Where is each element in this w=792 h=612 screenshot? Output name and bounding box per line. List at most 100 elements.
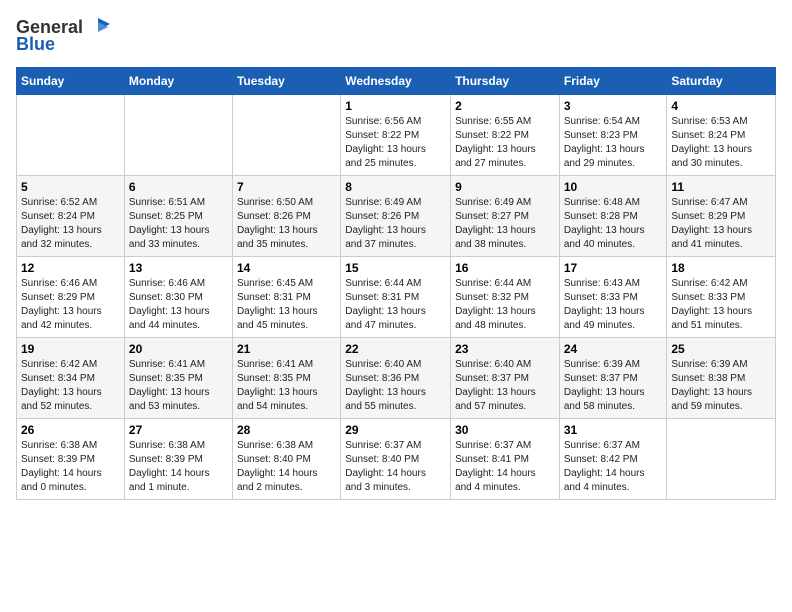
day-number: 10 [564,180,663,194]
day-number: 6 [129,180,228,194]
calendar-cell: 14Sunrise: 6:45 AM Sunset: 8:31 PM Dayli… [232,257,340,338]
calendar-cell: 9 Sunrise: 6:49 AM Sunset: 8:27 PM Daylig… [451,176,560,257]
day-number: 25 [671,342,771,356]
calendar-cell: 10 Sunrise: 6:48 AM Sunset: 8:28 PM Dayli… [559,176,667,257]
calendar-cell: 6 Sunrise: 6:51 AM Sunset: 8:25 PM Daylig… [124,176,232,257]
day-info: Sunrise: 6:40 AM Sunset: 8:36 PM Dayligh… [345,358,446,414]
calendar-cell: 23 Sunrise: 6:40 AM Sunset: 8:37 PM Dayli… [451,338,560,419]
day-number: 1 [345,99,446,113]
day-number: 7 [237,180,336,194]
calendar-cell [667,419,776,500]
day-number: 12 [21,261,120,275]
calendar-day-header: Sunday [17,68,125,95]
calendar-cell: 29Sunrise: 6:37 AM Sunset: 8:40 PM Dayli… [341,419,451,500]
day-info: Sunrise: 6:38 AM Sunset: 8:39 PM Dayligh… [129,439,228,495]
day-info: Sunrise: 6:47 AM Sunset: 8:29 PM Dayligh… [671,196,771,252]
day-info: Sunrise: 6:52 AM Sunset: 8:24 PM Dayligh… [21,196,120,252]
day-info: Sunrise: 6:48 AM Sunset: 8:28 PM Dayligh… [564,196,663,252]
day-info: Sunrise: 6:38 AM Sunset: 8:40 PM Dayligh… [237,439,336,495]
calendar-day-header: Friday [559,68,667,95]
day-info: Sunrise: 6:37 AM Sunset: 8:41 PM Dayligh… [455,439,555,495]
calendar-week-row: 5 Sunrise: 6:52 AM Sunset: 8:24 PM Daylig… [17,176,776,257]
day-info: Sunrise: 6:54 AM Sunset: 8:23 PM Dayligh… [564,115,663,171]
calendar-cell: 16 Sunrise: 6:44 AM Sunset: 8:32 PM Dayli… [451,257,560,338]
calendar-cell: 30 Sunrise: 6:37 AM Sunset: 8:41 PM Dayli… [451,419,560,500]
calendar-cell: 15Sunrise: 6:44 AM Sunset: 8:31 PM Dayli… [341,257,451,338]
day-number: 16 [455,261,555,275]
calendar-cell: 4 Sunrise: 6:53 AM Sunset: 8:24 PM Daylig… [667,95,776,176]
day-info: Sunrise: 6:37 AM Sunset: 8:42 PM Dayligh… [564,439,663,495]
calendar-day-header: Tuesday [232,68,340,95]
page-header: General Blue [16,16,776,55]
day-info: Sunrise: 6:53 AM Sunset: 8:24 PM Dayligh… [671,115,771,171]
calendar-cell: 2 Sunrise: 6:55 AM Sunset: 8:22 PM Daylig… [451,95,560,176]
day-number: 24 [564,342,663,356]
calendar-cell: 27Sunrise: 6:38 AM Sunset: 8:39 PM Dayli… [124,419,232,500]
logo-flag-icon [84,16,112,38]
day-info: Sunrise: 6:44 AM Sunset: 8:32 PM Dayligh… [455,277,555,333]
calendar-day-header: Thursday [451,68,560,95]
day-number: 29 [345,423,446,437]
day-number: 5 [21,180,120,194]
day-number: 23 [455,342,555,356]
calendar-cell: 19 Sunrise: 6:42 AM Sunset: 8:34 PM Dayli… [17,338,125,419]
calendar-week-row: 26Sunrise: 6:38 AM Sunset: 8:39 PM Dayli… [17,419,776,500]
day-info: Sunrise: 6:51 AM Sunset: 8:25 PM Dayligh… [129,196,228,252]
day-info: Sunrise: 6:40 AM Sunset: 8:37 PM Dayligh… [455,358,555,414]
calendar-week-row: 12 Sunrise: 6:46 AM Sunset: 8:29 PM Dayli… [17,257,776,338]
day-info: Sunrise: 6:39 AM Sunset: 8:37 PM Dayligh… [564,358,663,414]
logo: General Blue [16,16,113,55]
day-info: Sunrise: 6:42 AM Sunset: 8:33 PM Dayligh… [671,277,771,333]
calendar-cell: 3 Sunrise: 6:54 AM Sunset: 8:23 PM Daylig… [559,95,667,176]
calendar-cell: 25 Sunrise: 6:39 AM Sunset: 8:38 PM Dayli… [667,338,776,419]
logo-text: General Blue [16,16,113,55]
day-info: Sunrise: 6:38 AM Sunset: 8:39 PM Dayligh… [21,439,120,495]
day-number: 20 [129,342,228,356]
day-info: Sunrise: 6:49 AM Sunset: 8:26 PM Dayligh… [345,196,446,252]
calendar-header-row: SundayMondayTuesdayWednesdayThursdayFrid… [17,68,776,95]
day-info: Sunrise: 6:39 AM Sunset: 8:38 PM Dayligh… [671,358,771,414]
day-info: Sunrise: 6:46 AM Sunset: 8:29 PM Dayligh… [21,277,120,333]
calendar-cell: 12 Sunrise: 6:46 AM Sunset: 8:29 PM Dayli… [17,257,125,338]
calendar-day-header: Saturday [667,68,776,95]
calendar-cell: 7 Sunrise: 6:50 AM Sunset: 8:26 PM Daylig… [232,176,340,257]
calendar-cell [17,95,125,176]
day-number: 9 [455,180,555,194]
day-number: 14 [237,261,336,275]
calendar-cell: 26Sunrise: 6:38 AM Sunset: 8:39 PM Dayli… [17,419,125,500]
day-info: Sunrise: 6:50 AM Sunset: 8:26 PM Dayligh… [237,196,336,252]
calendar-day-header: Wednesday [341,68,451,95]
calendar-table: SundayMondayTuesdayWednesdayThursdayFrid… [16,67,776,500]
day-number: 19 [21,342,120,356]
calendar-week-row: 1 Sunrise: 6:56 AM Sunset: 8:22 PM Daylig… [17,95,776,176]
calendar-cell: 1 Sunrise: 6:56 AM Sunset: 8:22 PM Daylig… [341,95,451,176]
day-number: 2 [455,99,555,113]
day-number: 13 [129,261,228,275]
day-info: Sunrise: 6:49 AM Sunset: 8:27 PM Dayligh… [455,196,555,252]
calendar-cell: 8 Sunrise: 6:49 AM Sunset: 8:26 PM Daylig… [341,176,451,257]
day-number: 4 [671,99,771,113]
day-info: Sunrise: 6:42 AM Sunset: 8:34 PM Dayligh… [21,358,120,414]
day-number: 30 [455,423,555,437]
day-number: 8 [345,180,446,194]
day-number: 17 [564,261,663,275]
day-number: 15 [345,261,446,275]
calendar-day-header: Monday [124,68,232,95]
calendar-week-row: 19 Sunrise: 6:42 AM Sunset: 8:34 PM Dayli… [17,338,776,419]
day-info: Sunrise: 6:46 AM Sunset: 8:30 PM Dayligh… [129,277,228,333]
day-number: 28 [237,423,336,437]
day-number: 21 [237,342,336,356]
calendar-cell: 24 Sunrise: 6:39 AM Sunset: 8:37 PM Dayli… [559,338,667,419]
day-info: Sunrise: 6:41 AM Sunset: 8:35 PM Dayligh… [237,358,336,414]
day-number: 11 [671,180,771,194]
calendar-cell [124,95,232,176]
day-info: Sunrise: 6:41 AM Sunset: 8:35 PM Dayligh… [129,358,228,414]
calendar-cell: 5 Sunrise: 6:52 AM Sunset: 8:24 PM Daylig… [17,176,125,257]
day-number: 3 [564,99,663,113]
calendar-cell: 21 Sunrise: 6:41 AM Sunset: 8:35 PM Dayli… [232,338,340,419]
calendar-cell [232,95,340,176]
day-info: Sunrise: 6:56 AM Sunset: 8:22 PM Dayligh… [345,115,446,171]
day-info: Sunrise: 6:55 AM Sunset: 8:22 PM Dayligh… [455,115,555,171]
day-number: 18 [671,261,771,275]
calendar-cell: 20 Sunrise: 6:41 AM Sunset: 8:35 PM Dayli… [124,338,232,419]
